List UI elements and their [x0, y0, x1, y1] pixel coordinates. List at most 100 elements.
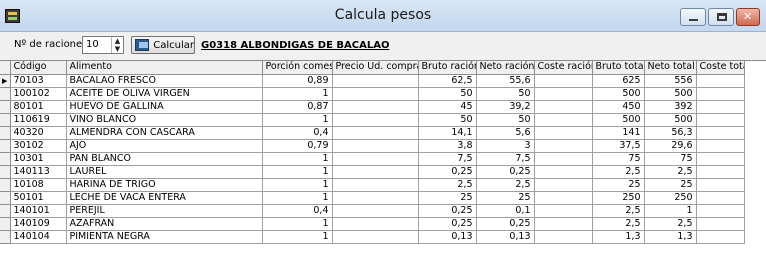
table-cell[interactable]: [332, 178, 419, 192]
table-row[interactable]: 100102 ACEITE DE OLIVA VIRGEN 1 50 50 500 500: [0, 87, 745, 101]
table-cell[interactable]: 0,25: [418, 204, 477, 218]
table-cell[interactable]: [534, 165, 593, 179]
table-cell[interactable]: 0,87: [262, 100, 333, 114]
table-cell[interactable]: 80101: [10, 100, 67, 114]
table-cell[interactable]: [534, 126, 593, 140]
table-cell[interactable]: 250: [644, 191, 697, 205]
table-cell[interactable]: [696, 74, 745, 88]
table-cell[interactable]: [696, 217, 745, 231]
table-cell[interactable]: 0,4: [262, 126, 333, 140]
table-cell[interactable]: [534, 74, 593, 88]
table-cell[interactable]: [696, 204, 745, 218]
table-cell[interactable]: 25: [644, 178, 697, 192]
table-cell[interactable]: 0,25: [476, 217, 535, 231]
table-cell[interactable]: 2,5: [592, 204, 645, 218]
table-cell[interactable]: [534, 191, 593, 205]
raciones-stepper[interactable]: 10 ▲ ▼: [82, 36, 124, 54]
table-cell[interactable]: [696, 87, 745, 101]
table-cell[interactable]: 25: [418, 191, 477, 205]
table-cell[interactable]: 7,5: [476, 152, 535, 166]
table-cell[interactable]: [534, 113, 593, 127]
table-cell[interactable]: 0,13: [418, 230, 477, 244]
table-cell[interactable]: PAN BLANCO: [66, 152, 263, 166]
table-cell[interactable]: 70103: [10, 74, 67, 88]
table-row[interactable]: ▶ 70103 BACALAO FRESCO 0,89 62,5 55,6 625 556: [0, 74, 745, 88]
row-indicator[interactable]: [0, 191, 11, 205]
table-cell[interactable]: 110619: [10, 113, 67, 127]
table-cell[interactable]: 3: [476, 139, 535, 153]
table-cell[interactable]: 625: [592, 74, 645, 88]
table-cell[interactable]: [332, 113, 419, 127]
raciones-value[interactable]: 10: [86, 39, 99, 50]
table-cell[interactable]: 2,5: [418, 178, 477, 192]
table-cell[interactable]: 500: [592, 87, 645, 101]
table-cell[interactable]: [696, 126, 745, 140]
table-cell[interactable]: PEREJIL: [66, 204, 263, 218]
table-cell[interactable]: 10108: [10, 178, 67, 192]
column-header[interactable]: Bruto total: [592, 61, 645, 75]
table-cell[interactable]: 140113: [10, 165, 67, 179]
table-cell[interactable]: LECHE DE VACA ENTERA: [66, 191, 263, 205]
table-cell[interactable]: 1,3: [592, 230, 645, 244]
table-cell[interactable]: 2,5: [476, 178, 535, 192]
table-cell[interactable]: 250: [592, 191, 645, 205]
table-cell[interactable]: 0,25: [418, 217, 477, 231]
table-cell[interactable]: 75: [644, 152, 697, 166]
table-cell[interactable]: 2,5: [644, 165, 697, 179]
table-cell[interactable]: 1: [262, 217, 333, 231]
table-cell[interactable]: HARINA DE TRIGO: [66, 178, 263, 192]
column-header[interactable]: Coste ración: [534, 61, 593, 75]
table-cell[interactable]: 141: [592, 126, 645, 140]
maximize-button[interactable]: [708, 8, 734, 26]
row-indicator[interactable]: [0, 126, 11, 140]
row-indicator[interactable]: [0, 100, 11, 114]
table-cell[interactable]: BACALAO FRESCO: [66, 74, 263, 88]
table-cell[interactable]: 14,1: [418, 126, 477, 140]
table-cell[interactable]: 50: [418, 113, 477, 127]
table-row[interactable]: 80101 HUEVO DE GALLINA 0,87 45 39,2 450 392: [0, 100, 745, 114]
table-cell[interactable]: 0,25: [418, 165, 477, 179]
table-cell[interactable]: [534, 87, 593, 101]
column-header[interactable]: Neto total: [644, 61, 697, 75]
table-cell[interactable]: 40320: [10, 126, 67, 140]
table-cell[interactable]: 25: [476, 191, 535, 205]
table-cell[interactable]: AZAFRAN: [66, 217, 263, 231]
table-row[interactable]: 140113 LAUREL 1 0,25 0,25 2,5 2,5: [0, 165, 745, 179]
table-cell[interactable]: 50: [418, 87, 477, 101]
table-cell[interactable]: 3,8: [418, 139, 477, 153]
table-cell[interactable]: [696, 100, 745, 114]
table-cell[interactable]: [332, 230, 419, 244]
row-indicator[interactable]: [0, 139, 11, 153]
table-cell[interactable]: [332, 217, 419, 231]
table-cell[interactable]: 10301: [10, 152, 67, 166]
row-indicator[interactable]: [0, 87, 11, 101]
table-cell[interactable]: 140104: [10, 230, 67, 244]
table-cell[interactable]: [534, 204, 593, 218]
row-indicator[interactable]: [0, 152, 11, 166]
table-cell[interactable]: VINO BLANCO: [66, 113, 263, 127]
column-header[interactable]: Coste total: [696, 61, 745, 75]
table-row[interactable]: 10108 HARINA DE TRIGO 1 2,5 2,5 25 25: [0, 178, 745, 192]
table-cell[interactable]: 7,5: [418, 152, 477, 166]
table-row[interactable]: 40320 ALMENDRA CON CASCARA 0,4 14,1 5,6 141 56…: [0, 126, 745, 140]
table-row[interactable]: 140104 PIMIENTA NEGRA 1 0,13 0,13 1,3 1,3: [0, 230, 745, 244]
table-cell[interactable]: 2,5: [592, 165, 645, 179]
column-header[interactable]: Neto ración: [476, 61, 535, 75]
table-cell[interactable]: [534, 217, 593, 231]
table-cell[interactable]: [332, 191, 419, 205]
table-cell[interactable]: 39,2: [476, 100, 535, 114]
table-row[interactable]: 140109 AZAFRAN 1 0,25 0,25 2,5 2,5: [0, 217, 745, 231]
table-cell[interactable]: 500: [644, 87, 697, 101]
table-cell[interactable]: 2,5: [644, 217, 697, 231]
row-indicator[interactable]: [0, 165, 11, 179]
table-cell[interactable]: ACEITE DE OLIVA VIRGEN: [66, 87, 263, 101]
column-header[interactable]: Código: [10, 61, 67, 75]
table-cell[interactable]: 0,89: [262, 74, 333, 88]
row-indicator[interactable]: [0, 113, 11, 127]
column-header[interactable]: Porción comest: [262, 61, 333, 75]
table-cell[interactable]: [696, 113, 745, 127]
table-row[interactable]: 110619 VINO BLANCO 1 50 50 500 500: [0, 113, 745, 127]
table-cell[interactable]: [332, 165, 419, 179]
stepper-up-icon[interactable]: ▲: [112, 37, 123, 45]
column-header[interactable]: Alimento: [66, 61, 263, 75]
